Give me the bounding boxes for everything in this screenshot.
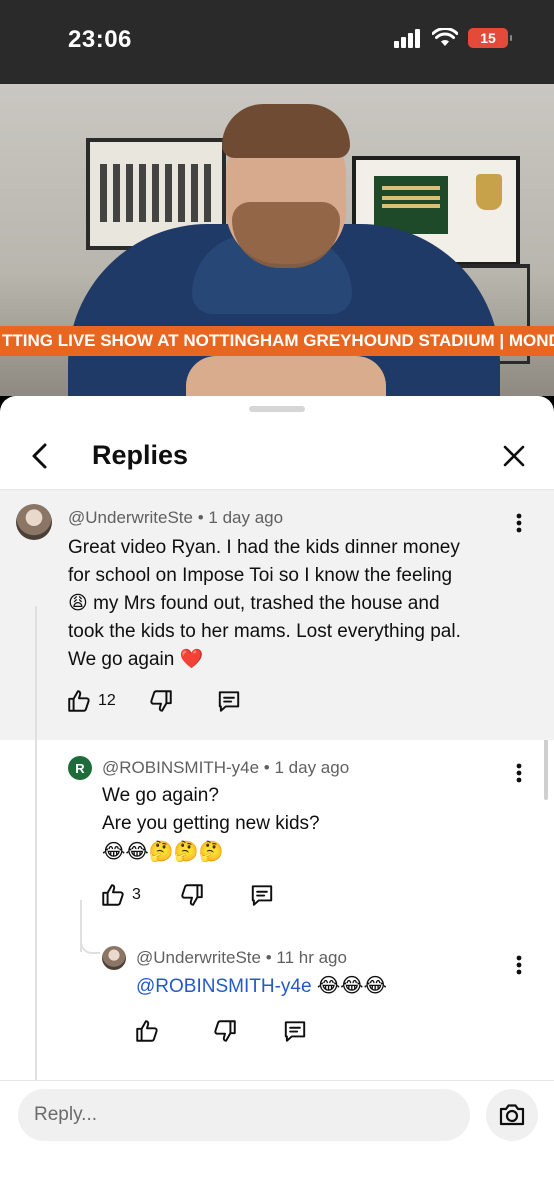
comment-meta: @ROBINSMITH-y4e • 1 day ago <box>102 758 349 778</box>
close-button[interactable] <box>496 438 532 474</box>
comment-meta: @UnderwriteSte • 11 hr ago <box>136 948 347 968</box>
comment-emojis: 😂😂😂 <box>316 975 387 997</box>
comment-text: Great video Ryan. I had the kids dinner … <box>68 534 538 674</box>
more-vertical-icon <box>516 763 522 783</box>
thumbs-up-icon <box>136 1020 158 1042</box>
like-button[interactable]: 3 <box>100 882 141 908</box>
mention-link[interactable]: @ROBINSMITH-y4e <box>136 976 312 997</box>
signal-icon <box>394 29 420 48</box>
like-count: 3 <box>132 886 141 903</box>
reply-button[interactable] <box>249 882 275 908</box>
status-bar: 23:06 15 <box>0 0 554 84</box>
battery-level: 15 <box>480 30 496 46</box>
sheet-title: Replies <box>92 440 189 470</box>
avatar[interactable] <box>102 946 126 970</box>
thumbs-down-icon <box>214 1020 236 1042</box>
comment-time: 11 hr ago <box>276 948 347 967</box>
comment-line: 😩 my Mrs found out, trashed the house an… <box>68 593 440 614</box>
reply-comment: R @ROBINSMITH-y4e • 1 day ago We go agai… <box>0 740 554 930</box>
dislike-button[interactable] <box>212 1018 238 1044</box>
reply-input[interactable] <box>18 1089 470 1141</box>
presenter-hands <box>186 356 386 396</box>
reply-button[interactable] <box>216 688 242 714</box>
avatar[interactable]: R <box>68 756 92 780</box>
comment-text: @ROBINSMITH-y4e 😂😂😂 <box>136 972 516 1001</box>
reply-bar <box>0 1080 554 1200</box>
meta-separator: • <box>263 758 275 777</box>
comment-line: Great video Ryan. I had the kids dinner … <box>68 537 460 558</box>
dislike-button[interactable] <box>179 882 205 908</box>
dislike-button[interactable] <box>148 688 174 714</box>
like-button[interactable] <box>134 1018 160 1044</box>
meta-separator: • <box>265 948 277 967</box>
camera-icon <box>499 1104 525 1126</box>
comment-actions: 12 <box>66 688 242 714</box>
back-button[interactable] <box>22 438 58 474</box>
like-button[interactable]: 12 <box>66 688 116 714</box>
comment-emojis: 😂😂🤔🤔🤔 <box>102 841 224 863</box>
comment-meta: @UnderwriteSte • 1 day ago <box>68 508 283 528</box>
sheet-header: Replies <box>0 424 554 490</box>
reply-comment-icon <box>218 691 239 712</box>
thumbs-up-icon <box>102 884 124 906</box>
comment-line: We go again? <box>102 785 219 806</box>
presenter-hair <box>222 104 350 158</box>
wifi-icon <box>432 28 458 46</box>
like-count: 12 <box>98 692 116 709</box>
comment-line: Are you getting new kids? <box>102 813 320 834</box>
more-vertical-icon <box>516 513 522 533</box>
reply-comment-icon <box>284 1021 306 1042</box>
comment-line: took the kids to her mams. Lost everythi… <box>68 621 461 642</box>
video-ticker: TTING LIVE SHOW AT NOTTINGHAM GREYHOUND … <box>0 326 554 356</box>
comment-time: 1 day ago <box>208 508 284 527</box>
replies-sheet: Replies @UnderwriteSte • 1 day ago Great… <box>0 396 554 1200</box>
comment-text: We go again? Are you getting new kids? 😂… <box>102 782 502 866</box>
drag-handle[interactable] <box>249 406 305 412</box>
video-player[interactable]: TTING LIVE SHOW AT NOTTINGHAM GREYHOUND … <box>0 84 554 396</box>
reply-comment-icon <box>251 885 273 906</box>
battery-icon: 15 <box>468 28 512 48</box>
close-icon <box>503 445 525 467</box>
comment-actions <box>134 1018 308 1044</box>
meta-separator: • <box>197 508 209 527</box>
thumbs-up-icon <box>68 690 90 712</box>
comment-author[interactable]: @UnderwriteSte <box>68 508 193 527</box>
thumbs-down-icon <box>181 884 203 906</box>
more-options-button[interactable] <box>507 758 531 788</box>
avatar[interactable] <box>16 504 52 540</box>
status-icons: 15 <box>394 28 512 48</box>
comment-author[interactable]: @ROBINSMITH-y4e <box>102 758 259 777</box>
parent-comment: @UnderwriteSte • 1 day ago Great video R… <box>0 490 554 740</box>
chevron-left-icon <box>32 443 47 469</box>
thumbs-down-icon <box>150 690 172 712</box>
comment-line: We go again ❤️ <box>68 649 204 670</box>
comment-line: for school on Impose Toi so I know the f… <box>68 565 453 586</box>
reply-comment: @UnderwriteSte • 11 hr ago @ROBINSMITH-y… <box>0 930 554 1080</box>
comment-time: 1 day ago <box>274 758 350 777</box>
status-time: 23:06 <box>68 26 132 53</box>
comment-actions: 3 <box>100 882 275 908</box>
more-vertical-icon <box>516 955 522 975</box>
reply-button[interactable] <box>282 1018 308 1044</box>
comment-author[interactable]: @UnderwriteSte <box>136 948 261 967</box>
camera-button[interactable] <box>486 1089 538 1141</box>
